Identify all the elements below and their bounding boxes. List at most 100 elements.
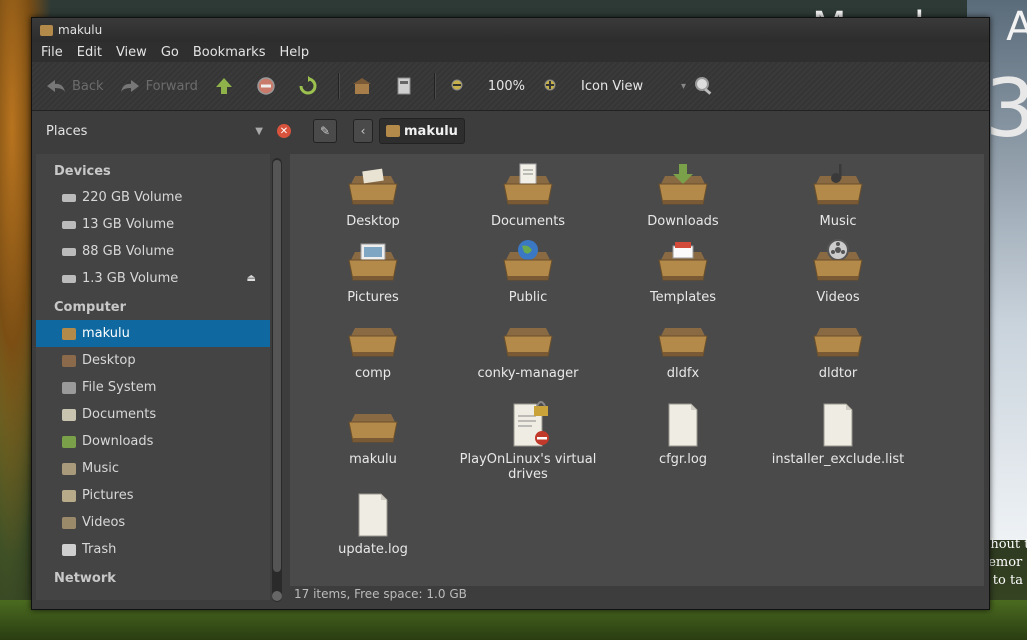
menu-go[interactable]: Go xyxy=(154,45,186,60)
file-item-music[interactable]: Music xyxy=(763,162,913,229)
home-folder-icon xyxy=(386,125,400,137)
file-item-label: dldfx xyxy=(666,366,700,381)
sidebar-item-pictures[interactable]: Pictures xyxy=(36,482,270,509)
sidebar-section-computer: Computer xyxy=(54,300,127,315)
file-item-comp[interactable]: comp xyxy=(298,314,448,381)
sidebar-item-1-3-gb-volume[interactable]: 1.3 GB Volume ⏏ xyxy=(36,265,270,292)
back-arrow-icon xyxy=(44,75,68,97)
file-item-public[interactable]: Public xyxy=(453,238,603,305)
file-item-label: Documents xyxy=(490,214,566,229)
home-folder-icon xyxy=(40,24,53,36)
file-item-label: PlayOnLinux's virtual drives xyxy=(459,452,597,482)
file-item-update-log[interactable]: update.log xyxy=(298,490,448,557)
breadcrumb-scroll-left-button[interactable]: ‹ xyxy=(353,119,373,143)
file-item-conky-manager[interactable]: conky-manager xyxy=(453,314,603,381)
file-item-downloads[interactable]: Downloads xyxy=(608,162,758,229)
location-bar: Places ▼ ✕ ✎ ‹ makulu xyxy=(32,112,989,150)
breadcrumb-current[interactable]: makulu xyxy=(379,118,465,144)
home-icon xyxy=(350,75,374,97)
places-sidebar: Devices 220 GB Volume 13 GB Volume 88 GB Vo… xyxy=(36,154,270,600)
edit-location-icon: ✎ xyxy=(319,124,331,138)
filesystem-icon xyxy=(62,381,76,394)
menu-help[interactable]: Help xyxy=(272,45,316,60)
zoom-in-icon xyxy=(539,75,563,97)
file-item-videos[interactable]: Videos xyxy=(763,238,913,305)
sidebar-item-makulu[interactable]: makulu xyxy=(36,320,270,347)
file-item-playonlinux-s-virtual-drives[interactable]: PlayOnLinux's virtual drives xyxy=(453,400,603,482)
zoom-out-icon xyxy=(446,75,470,97)
sidebar-item-13-gb-volume[interactable]: 13 GB Volume xyxy=(36,211,270,238)
sidebar-item-220-gb-volume[interactable]: 220 GB Volume xyxy=(36,184,270,211)
sidebar-resize-handle[interactable] xyxy=(272,591,282,601)
menu-edit[interactable]: Edit xyxy=(70,45,109,60)
sidebar-scrollbar[interactable] xyxy=(272,158,282,602)
drive-icon xyxy=(62,274,76,283)
stop-button[interactable] xyxy=(254,75,282,97)
downloads-folder-icon xyxy=(657,162,709,210)
computer-icon xyxy=(392,75,416,97)
eject-icon[interactable]: ⏏ xyxy=(247,273,256,284)
file-icon-view: Desktop Documents Downloads Music Pictures Pu… xyxy=(290,154,984,586)
menu-view[interactable]: View xyxy=(109,45,154,60)
file-item-installer-exclude-list[interactable]: installer_exclude.list xyxy=(763,400,913,467)
file-item-dldtor[interactable]: dldtor xyxy=(763,314,913,381)
zoom-out-button[interactable] xyxy=(446,75,474,97)
sidebar-item-file-system[interactable]: File System xyxy=(36,374,270,401)
sidebar-item-label: Desktop xyxy=(82,353,136,368)
file-item-label: comp xyxy=(354,366,392,381)
sidebar-item-documents[interactable]: Documents xyxy=(36,401,270,428)
computer-button[interactable] xyxy=(392,75,420,97)
file-item-label: Videos xyxy=(816,290,860,305)
zoom-level[interactable]: 100% xyxy=(488,79,525,94)
documents-folder-icon xyxy=(502,162,554,210)
stop-icon xyxy=(254,75,278,97)
home-button[interactable] xyxy=(350,75,378,97)
sidebar-section-network: Network xyxy=(54,571,116,586)
up-button[interactable] xyxy=(212,75,240,97)
search-button[interactable] xyxy=(692,75,720,97)
file-item-label: update.log xyxy=(338,542,408,557)
back-button[interactable]: Back xyxy=(44,75,104,97)
file-item-pictures[interactable]: Pictures xyxy=(298,238,448,305)
toggle-location-entry-button[interactable]: ✎ xyxy=(313,119,337,143)
sidebar-item-trash[interactable]: Trash xyxy=(36,536,270,563)
toolbar-separator xyxy=(337,73,340,99)
file-item-label: Downloads xyxy=(647,214,719,229)
sidebar-item-desktop[interactable]: Desktop xyxy=(36,347,270,374)
sidebar-item-label: 13 GB Volume xyxy=(82,217,175,232)
folder-icon xyxy=(347,400,399,448)
file-item-templates[interactable]: Templates xyxy=(608,238,758,305)
reload-icon xyxy=(296,75,320,97)
menu-bookmarks[interactable]: Bookmarks xyxy=(186,45,273,60)
file-item-makulu[interactable]: makulu xyxy=(298,400,448,467)
sidebar-item-downloads[interactable]: Downloads xyxy=(36,428,270,455)
forward-button[interactable]: Forward xyxy=(118,75,198,97)
file-item-documents[interactable]: Documents xyxy=(453,162,603,229)
file-item-label: Pictures xyxy=(347,290,399,305)
desktop-icon xyxy=(62,354,76,367)
sidebar-item-videos[interactable]: Videos xyxy=(36,509,270,536)
sidebar-scrollbar-thumb[interactable] xyxy=(273,160,281,572)
menu-file[interactable]: File xyxy=(34,45,70,60)
file-item-dldfx[interactable]: dldfx xyxy=(608,314,758,381)
places-selector[interactable]: Places ▼ ✕ xyxy=(32,124,291,139)
view-mode-select[interactable]: Icon View ▾ xyxy=(581,79,686,94)
folder-icon xyxy=(812,314,864,362)
close-sidebar-icon[interactable]: ✕ xyxy=(277,124,291,138)
sidebar-item-music[interactable]: Music xyxy=(36,455,270,482)
sidebar-item-label: Videos xyxy=(82,515,126,530)
templates-folder-icon xyxy=(657,238,709,286)
folder-icon xyxy=(502,314,554,362)
title-bar[interactable]: makulu xyxy=(32,18,989,42)
file-item-cfgr-log[interactable]: cfgr.log xyxy=(608,400,758,467)
file-item-desktop[interactable]: Desktop xyxy=(298,162,448,229)
sidebar-section-devices: Devices xyxy=(54,164,111,179)
trash-icon xyxy=(62,543,76,556)
reload-button[interactable] xyxy=(296,75,324,97)
downloads-icon xyxy=(62,435,76,448)
desk-folder-icon xyxy=(347,162,399,210)
file-item-label: Templates xyxy=(649,290,717,305)
zoom-in-button[interactable] xyxy=(539,75,567,97)
sidebar-item-88-gb-volume[interactable]: 88 GB Volume xyxy=(36,238,270,265)
documents-icon xyxy=(62,408,76,421)
